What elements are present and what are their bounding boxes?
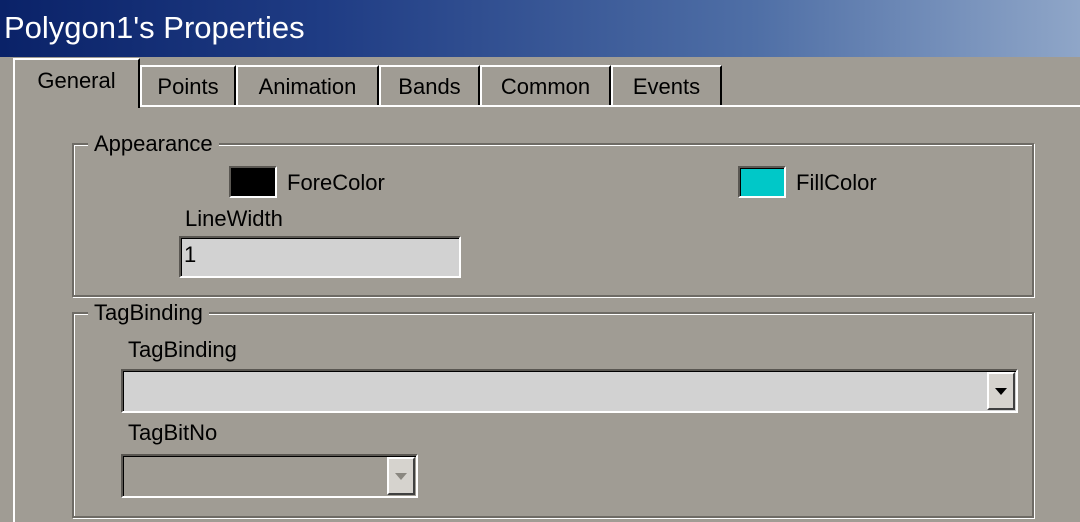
tab-animation[interactable]: Animation [236,65,379,105]
tag-binding-select[interactable] [121,369,1018,413]
tag-binding-label: TagBinding [128,337,237,362]
fore-color-swatch[interactable] [229,166,277,198]
fill-color-label: FillColor [796,170,877,195]
tag-binding-legend: TagBinding [88,300,209,326]
line-width-input[interactable]: 1 [179,236,461,278]
tag-binding-dropdown-button[interactable] [987,372,1015,410]
tab-points[interactable]: Points [140,65,236,105]
window-title: Polygon1's Properties [4,10,305,45]
appearance-legend: Appearance [88,131,219,157]
title-bar[interactable]: Polygon1's Properties [0,0,1080,57]
tab-common[interactable]: Common [480,65,611,105]
tag-bit-no-select[interactable] [121,454,418,498]
tab-general[interactable]: General [13,58,140,108]
fill-color-fill [740,168,784,196]
tag-bit-no-dropdown-button[interactable] [387,457,415,495]
fill-color-swatch[interactable] [738,166,786,198]
fore-color-fill [231,168,275,196]
tag-bit-no-label: TagBitNo [128,420,218,445]
line-width-label: LineWidth [185,206,283,231]
chevron-down-icon [395,473,407,480]
fore-color-label: ForeColor [287,170,385,195]
tab-strip: General Points Animation Bands Common Ev… [0,57,1080,108]
chevron-down-icon [995,388,1007,395]
tab-events[interactable]: Events [611,65,722,105]
tab-bands[interactable]: Bands [379,65,480,105]
